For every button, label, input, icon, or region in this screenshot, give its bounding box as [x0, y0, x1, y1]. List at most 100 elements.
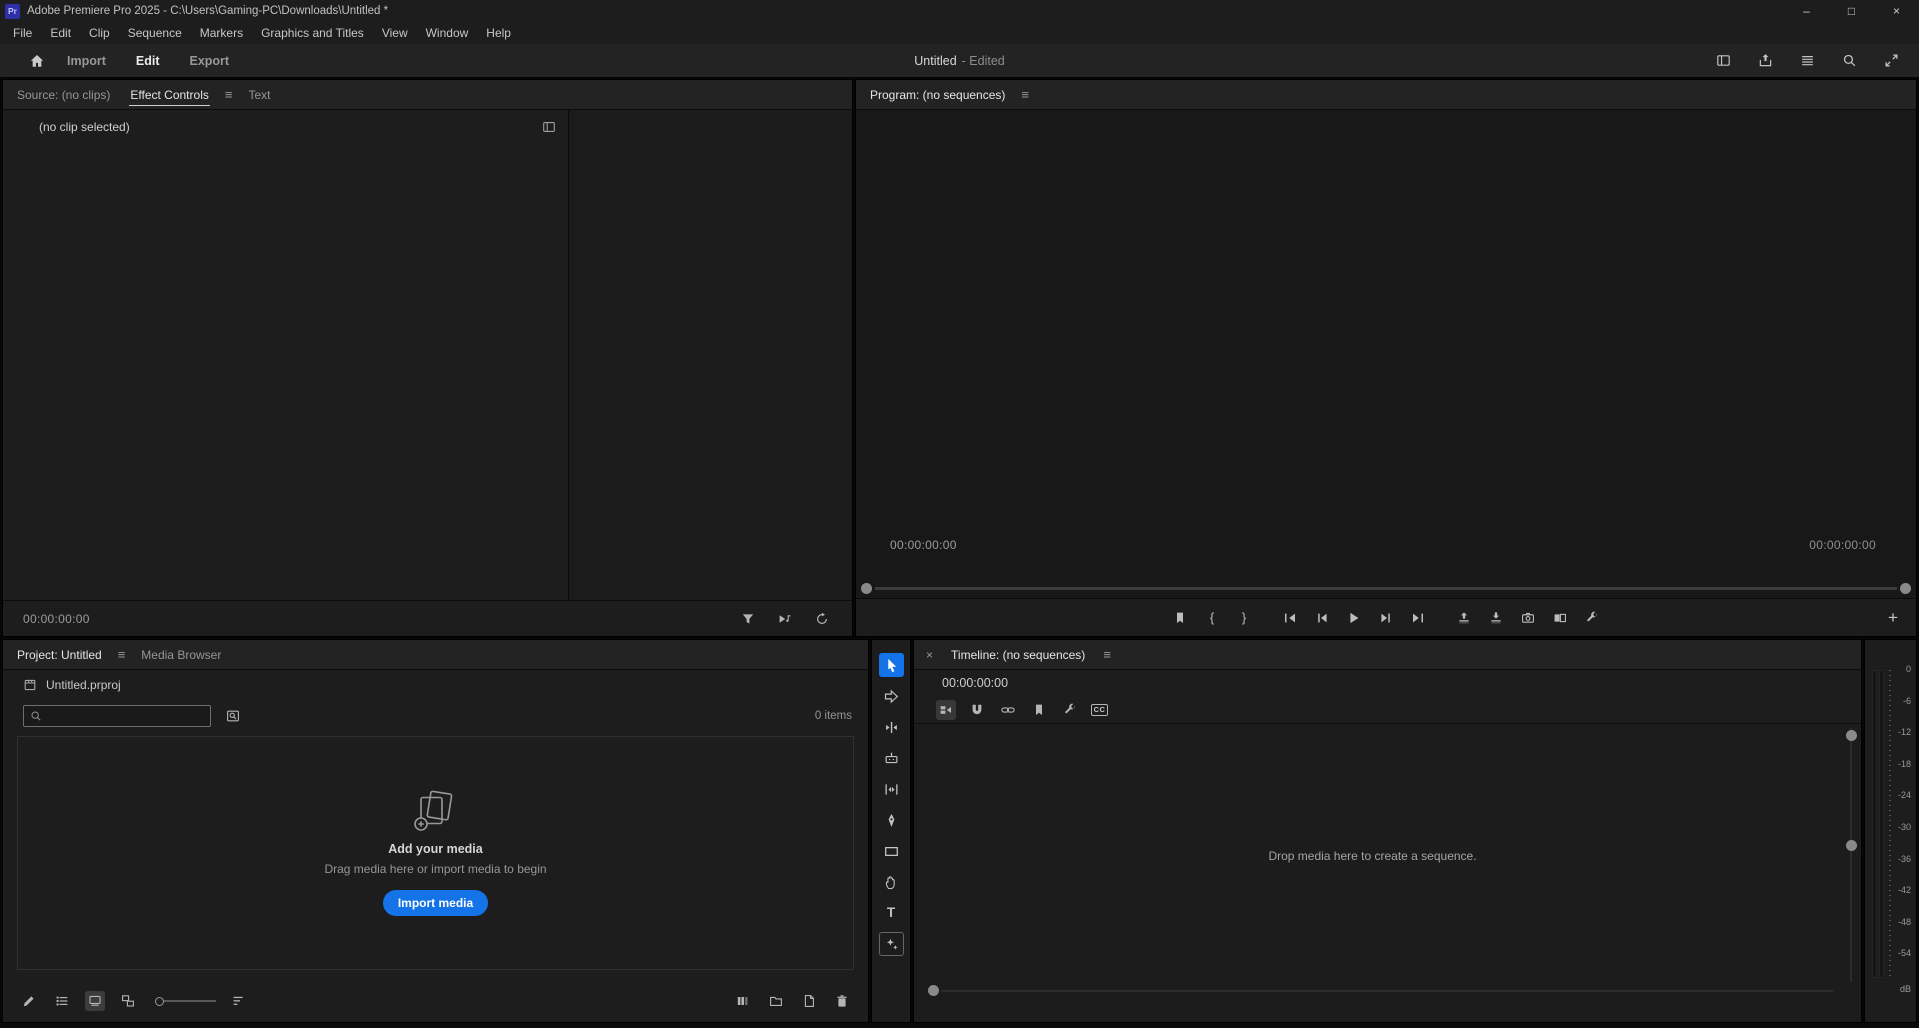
panel-menu-icon[interactable]: ≡	[1097, 648, 1117, 661]
menu-sequence[interactable]: Sequence	[119, 22, 191, 44]
play-audio-icon[interactable]	[775, 609, 795, 629]
menu-window[interactable]: Window	[417, 22, 478, 44]
panel-menu-icon[interactable]: ≡	[1015, 88, 1035, 101]
hscroll-handle[interactable]	[928, 985, 939, 996]
project-file-row[interactable]: Untitled.prproj	[3, 670, 868, 700]
lift-icon[interactable]	[1453, 607, 1475, 629]
program-zoom-scrollbar[interactable]	[856, 578, 1916, 598]
panel-close-icon[interactable]: ×	[918, 649, 939, 661]
project-writable-icon[interactable]	[19, 991, 39, 1011]
tab-program-monitor[interactable]: Program: (no sequences)	[860, 80, 1015, 109]
zoom-handle-right[interactable]	[1900, 583, 1911, 594]
tab-media-browser[interactable]: Media Browser	[131, 640, 231, 669]
timeline-track-area[interactable]: Drop media here to create a sequence.	[914, 724, 1861, 1022]
project-footer-right	[733, 991, 852, 1011]
freeform-view-icon[interactable]	[118, 991, 138, 1011]
vscroll-handle-top[interactable]	[1846, 730, 1857, 741]
menu-edit[interactable]: Edit	[41, 22, 80, 44]
step-back-icon[interactable]	[1311, 607, 1333, 629]
nest-sequences-icon[interactable]	[936, 700, 956, 720]
snap-icon[interactable]	[967, 700, 987, 720]
menu-graphics-and-titles[interactable]: Graphics and Titles	[252, 22, 373, 44]
hand-tool[interactable]	[879, 870, 904, 894]
zoom-slider-track[interactable]	[164, 1000, 216, 1002]
loop-icon[interactable]	[812, 609, 832, 629]
razor-tool[interactable]	[879, 746, 904, 770]
tab-effect-controls[interactable]: Effect Controls	[120, 80, 218, 109]
zoom-slider-knob[interactable]	[155, 997, 164, 1006]
settings-icon[interactable]	[1581, 607, 1603, 629]
delete-icon[interactable]	[832, 991, 852, 1011]
menu-help[interactable]: Help	[477, 22, 520, 44]
menu-view[interactable]: View	[373, 22, 417, 44]
sort-icons-icon[interactable]	[229, 991, 249, 1011]
timeline-vertical-scrollbar[interactable]	[1846, 728, 1857, 982]
export-frame-icon[interactable]	[1517, 607, 1539, 629]
home-button[interactable]	[22, 48, 52, 74]
linked-selection-icon[interactable]	[998, 700, 1018, 720]
thumbnail-zoom-slider[interactable]	[155, 997, 216, 1006]
media-drop-zone[interactable]: Add your media Drag media here or import…	[17, 736, 854, 970]
slip-tool[interactable]	[879, 777, 904, 801]
track-select-forward-tool[interactable]	[879, 684, 904, 708]
list-view-icon[interactable]	[52, 991, 72, 1011]
timeline-horizontal-scrollbar[interactable]	[928, 985, 1833, 996]
vscroll-handle-bottom[interactable]	[1846, 840, 1857, 851]
maximize-button[interactable]: □	[1829, 0, 1874, 22]
type-tool[interactable]: T	[879, 901, 904, 925]
timeline-settings-icon[interactable]	[1060, 700, 1080, 720]
window-title: Adobe Premiere Pro 2025 - C:\Users\Gamin…	[27, 5, 388, 17]
tab-text[interactable]: Text	[238, 80, 280, 109]
comparison-view-icon[interactable]	[1549, 607, 1571, 629]
fullscreen-icon[interactable]	[1884, 53, 1899, 68]
workspaces-icon[interactable]	[1800, 53, 1815, 68]
new-bin-icon[interactable]	[766, 991, 786, 1011]
search-box[interactable]	[23, 705, 211, 727]
go-to-out-icon[interactable]	[1407, 607, 1429, 629]
filter-properties-icon[interactable]	[738, 609, 758, 629]
generative-extend-tool[interactable]	[879, 932, 904, 956]
import-media-button[interactable]: Import media	[383, 890, 488, 916]
play-icon[interactable]	[1343, 607, 1365, 629]
button-editor-icon[interactable]: +	[1882, 607, 1904, 629]
go-to-in-icon[interactable]	[1279, 607, 1301, 629]
captions-icon[interactable]: CC	[1091, 704, 1108, 716]
tab-edit[interactable]: Edit	[121, 54, 175, 68]
zoom-track[interactable]	[875, 587, 1897, 590]
rectangle-tool[interactable]	[879, 839, 904, 863]
icon-view-icon[interactable]	[85, 991, 105, 1011]
tab-source-monitor[interactable]: Source: (no clips)	[7, 80, 120, 109]
panel-menu-icon[interactable]: ≡	[112, 648, 132, 661]
extract-icon[interactable]	[1485, 607, 1507, 629]
ripple-edit-tool[interactable]	[879, 715, 904, 739]
search-input[interactable]	[47, 709, 204, 723]
hscroll-track[interactable]	[941, 990, 1833, 992]
add-marker-icon[interactable]	[1169, 607, 1191, 629]
zoom-handle-left[interactable]	[861, 583, 872, 594]
new-item-icon[interactable]	[799, 991, 819, 1011]
panel-menu-icon[interactable]: ≡	[219, 88, 239, 101]
selection-tool[interactable]	[879, 653, 904, 677]
panel-layout-icon[interactable]	[1716, 53, 1731, 68]
search-icon[interactable]	[1842, 53, 1857, 68]
menu-markers[interactable]: Markers	[191, 22, 252, 44]
tab-project[interactable]: Project: Untitled	[7, 640, 112, 669]
share-icon[interactable]	[1758, 53, 1773, 68]
tab-import[interactable]: Import	[52, 54, 121, 68]
tab-export[interactable]: Export	[175, 54, 245, 68]
timeline-view-toggle-icon[interactable]	[542, 120, 556, 134]
tab-timeline[interactable]: Timeline: (no sequences)	[941, 640, 1095, 669]
mark-in-icon[interactable]: {	[1201, 607, 1223, 629]
minimize-button[interactable]: –	[1784, 0, 1829, 22]
mark-out-icon[interactable]: }	[1233, 607, 1255, 629]
add-marker-icon[interactable]	[1029, 700, 1049, 720]
pen-tool[interactable]	[879, 808, 904, 832]
step-forward-icon[interactable]	[1375, 607, 1397, 629]
timeline-timecode-row: 00:00:00:00	[914, 670, 1861, 696]
close-button[interactable]: ×	[1874, 0, 1919, 22]
search-bin-icon[interactable]	[223, 706, 243, 726]
menu-clip[interactable]: Clip	[80, 22, 119, 44]
automate-to-sequence-icon[interactable]	[733, 991, 753, 1011]
vscroll-track[interactable]	[1850, 728, 1852, 982]
menu-file[interactable]: File	[4, 22, 41, 44]
